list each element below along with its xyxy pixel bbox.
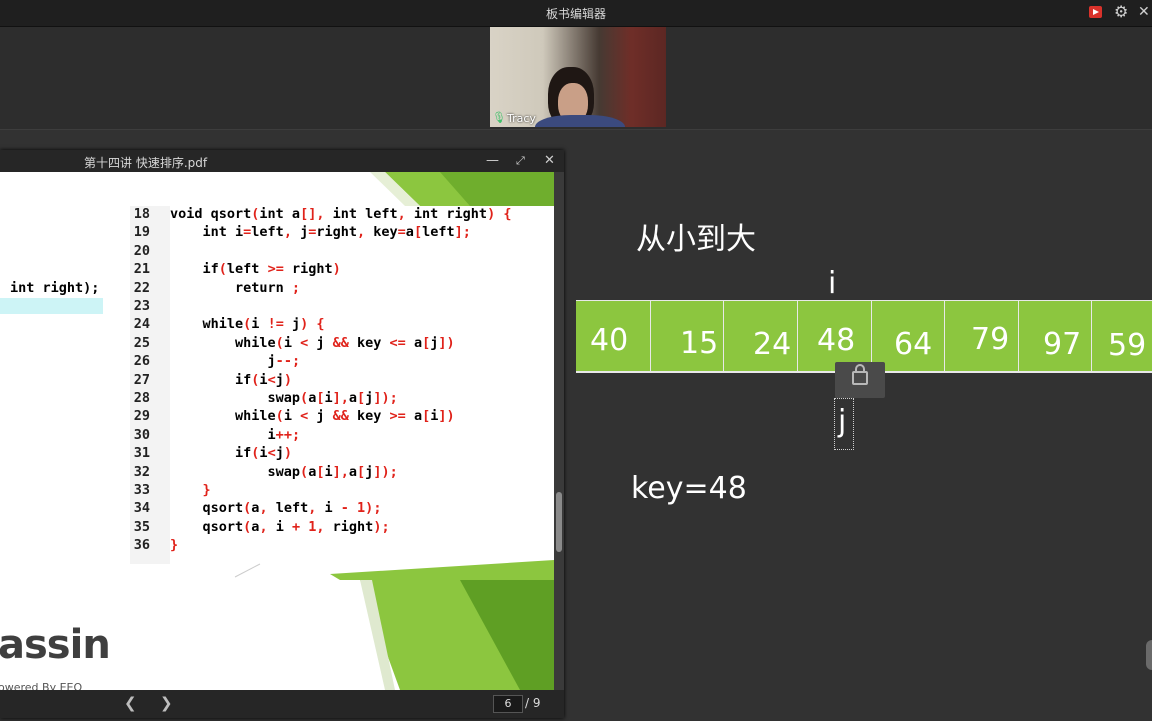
app-title: 板书编辑器 bbox=[545, 7, 606, 21]
code-line: while(i != j) { bbox=[170, 316, 325, 333]
array-value: 24 bbox=[753, 327, 792, 362]
line-number: 28 bbox=[133, 390, 150, 406]
code-line: if(i<j) bbox=[170, 445, 292, 462]
array-value: 97 bbox=[1043, 327, 1082, 362]
array-cell[interactable]: 48 bbox=[797, 301, 871, 371]
person-body bbox=[535, 115, 625, 127]
code-line: swap(a[i],a[j]); bbox=[170, 463, 398, 480]
array-cell[interactable]: 97 bbox=[1018, 301, 1092, 371]
maximize-icon[interactable]: ⤢ bbox=[516, 152, 525, 170]
page-number-input[interactable]: 6 bbox=[493, 695, 523, 713]
pdf-navigation-bar: ❮ ❯ 6 / 9 bbox=[0, 690, 564, 718]
line-number: 31 bbox=[133, 445, 150, 462]
array-cell[interactable]: 59 bbox=[1091, 301, 1152, 371]
code-line: void qsort(int a[], int left, int right)… bbox=[170, 206, 512, 222]
pdf-title-bar[interactable]: 第十四讲 快速排序.pdf — ⤢ ✕ bbox=[0, 150, 564, 172]
line-number: 29 bbox=[133, 408, 150, 425]
line-number: 18 bbox=[133, 206, 150, 222]
array-value: 59 bbox=[1108, 328, 1147, 363]
array-value: 79 bbox=[971, 322, 1010, 357]
next-page-icon[interactable]: ❯ bbox=[160, 694, 173, 712]
line-number: 25 bbox=[133, 334, 150, 351]
code-line: j--; bbox=[170, 353, 301, 370]
logo-subtitle: owered By EEO bbox=[0, 681, 83, 690]
video-participant-name: Tracy bbox=[507, 112, 536, 125]
array-cell[interactable]: 40 bbox=[576, 301, 649, 371]
line-number: 32 bbox=[133, 463, 150, 480]
line-number: 24 bbox=[133, 316, 150, 333]
array-cell[interactable]: 15 bbox=[650, 301, 724, 371]
line-number: 26 bbox=[133, 353, 150, 370]
title-bar: 板书编辑器 ⚙ ✕ bbox=[0, 0, 1152, 27]
array-value: 64 bbox=[894, 327, 933, 362]
side-panel-handle[interactable] bbox=[1146, 640, 1152, 670]
code-line: if(left >= right) bbox=[170, 261, 341, 278]
code-line: qsort(a, i + 1, right); bbox=[170, 518, 390, 535]
lock-toggle[interactable] bbox=[835, 362, 885, 398]
code-line: return ; bbox=[170, 279, 301, 296]
line-number: 35 bbox=[133, 518, 150, 535]
array-cell[interactable]: 64 bbox=[871, 301, 945, 371]
code-line: } bbox=[202, 482, 211, 498]
line-number: 20 bbox=[133, 242, 150, 259]
pdf-viewer-window[interactable]: 第十四讲 快速排序.pdf — ⤢ ✕ int right); 18 void q… bbox=[0, 150, 564, 718]
array-value: 48 bbox=[817, 323, 856, 358]
close-icon[interactable]: ✕ bbox=[544, 152, 555, 170]
array-value: 15 bbox=[680, 326, 719, 361]
line-number: 34 bbox=[133, 500, 150, 517]
i-pointer-label[interactable]: i bbox=[828, 266, 836, 301]
minimize-icon[interactable]: — bbox=[486, 152, 499, 170]
code-block: 18 void qsort(int a[], int left, int righ… bbox=[130, 206, 554, 564]
close-icon[interactable]: ✕ bbox=[1138, 3, 1150, 21]
code-fragment: int right); bbox=[10, 280, 100, 296]
highlighted-line bbox=[0, 298, 103, 314]
code-line: i++; bbox=[170, 426, 301, 443]
pdf-scrollbar[interactable] bbox=[554, 172, 564, 690]
code-line: if(i<j) bbox=[170, 371, 292, 388]
array-cell[interactable]: 24 bbox=[723, 301, 797, 371]
line-number: 30 bbox=[133, 426, 150, 443]
key-label[interactable]: key=48 bbox=[631, 471, 747, 506]
line-number: 23 bbox=[133, 298, 150, 314]
line-number: 27 bbox=[133, 371, 150, 388]
lock-icon bbox=[852, 364, 868, 385]
pdf-page[interactable]: int right); 18 void qsort(int a[], int le… bbox=[0, 172, 554, 690]
prev-page-icon[interactable]: ❮ bbox=[124, 694, 137, 712]
code-line: while(i < j && key <= a[j]) bbox=[170, 334, 455, 351]
board-heading[interactable]: 从小到大 bbox=[636, 214, 756, 258]
gear-icon[interactable]: ⚙ bbox=[1114, 3, 1128, 21]
code-line: while(i < j && key >= a[i]) bbox=[170, 408, 455, 425]
pdf-title: 第十四讲 快速排序.pdf bbox=[84, 156, 208, 170]
line-number: 22 bbox=[133, 279, 150, 296]
classin-logo: assin bbox=[0, 622, 111, 668]
line-number: 19 bbox=[133, 224, 150, 241]
code-line: qsort(a, left, i - 1); bbox=[170, 500, 382, 517]
line-number: 33 bbox=[133, 482, 150, 498]
page-total: / 9 bbox=[525, 696, 541, 710]
line-number: 21 bbox=[133, 261, 150, 278]
array-value: 40 bbox=[590, 323, 629, 358]
code-line: } bbox=[170, 537, 179, 554]
line-number: 36 bbox=[133, 537, 150, 554]
array-cell[interactable]: 79 bbox=[944, 301, 1018, 371]
microphone-icon: 🎙 bbox=[492, 111, 506, 124]
code-line: int i=left, j=right, key=a[left]; bbox=[170, 224, 471, 241]
code-line: swap(a[i],a[j]); bbox=[170, 390, 398, 406]
record-icon[interactable] bbox=[1089, 6, 1102, 18]
j-pointer-label[interactable]: j bbox=[838, 404, 846, 439]
scrollbar-thumb[interactable] bbox=[556, 492, 562, 552]
